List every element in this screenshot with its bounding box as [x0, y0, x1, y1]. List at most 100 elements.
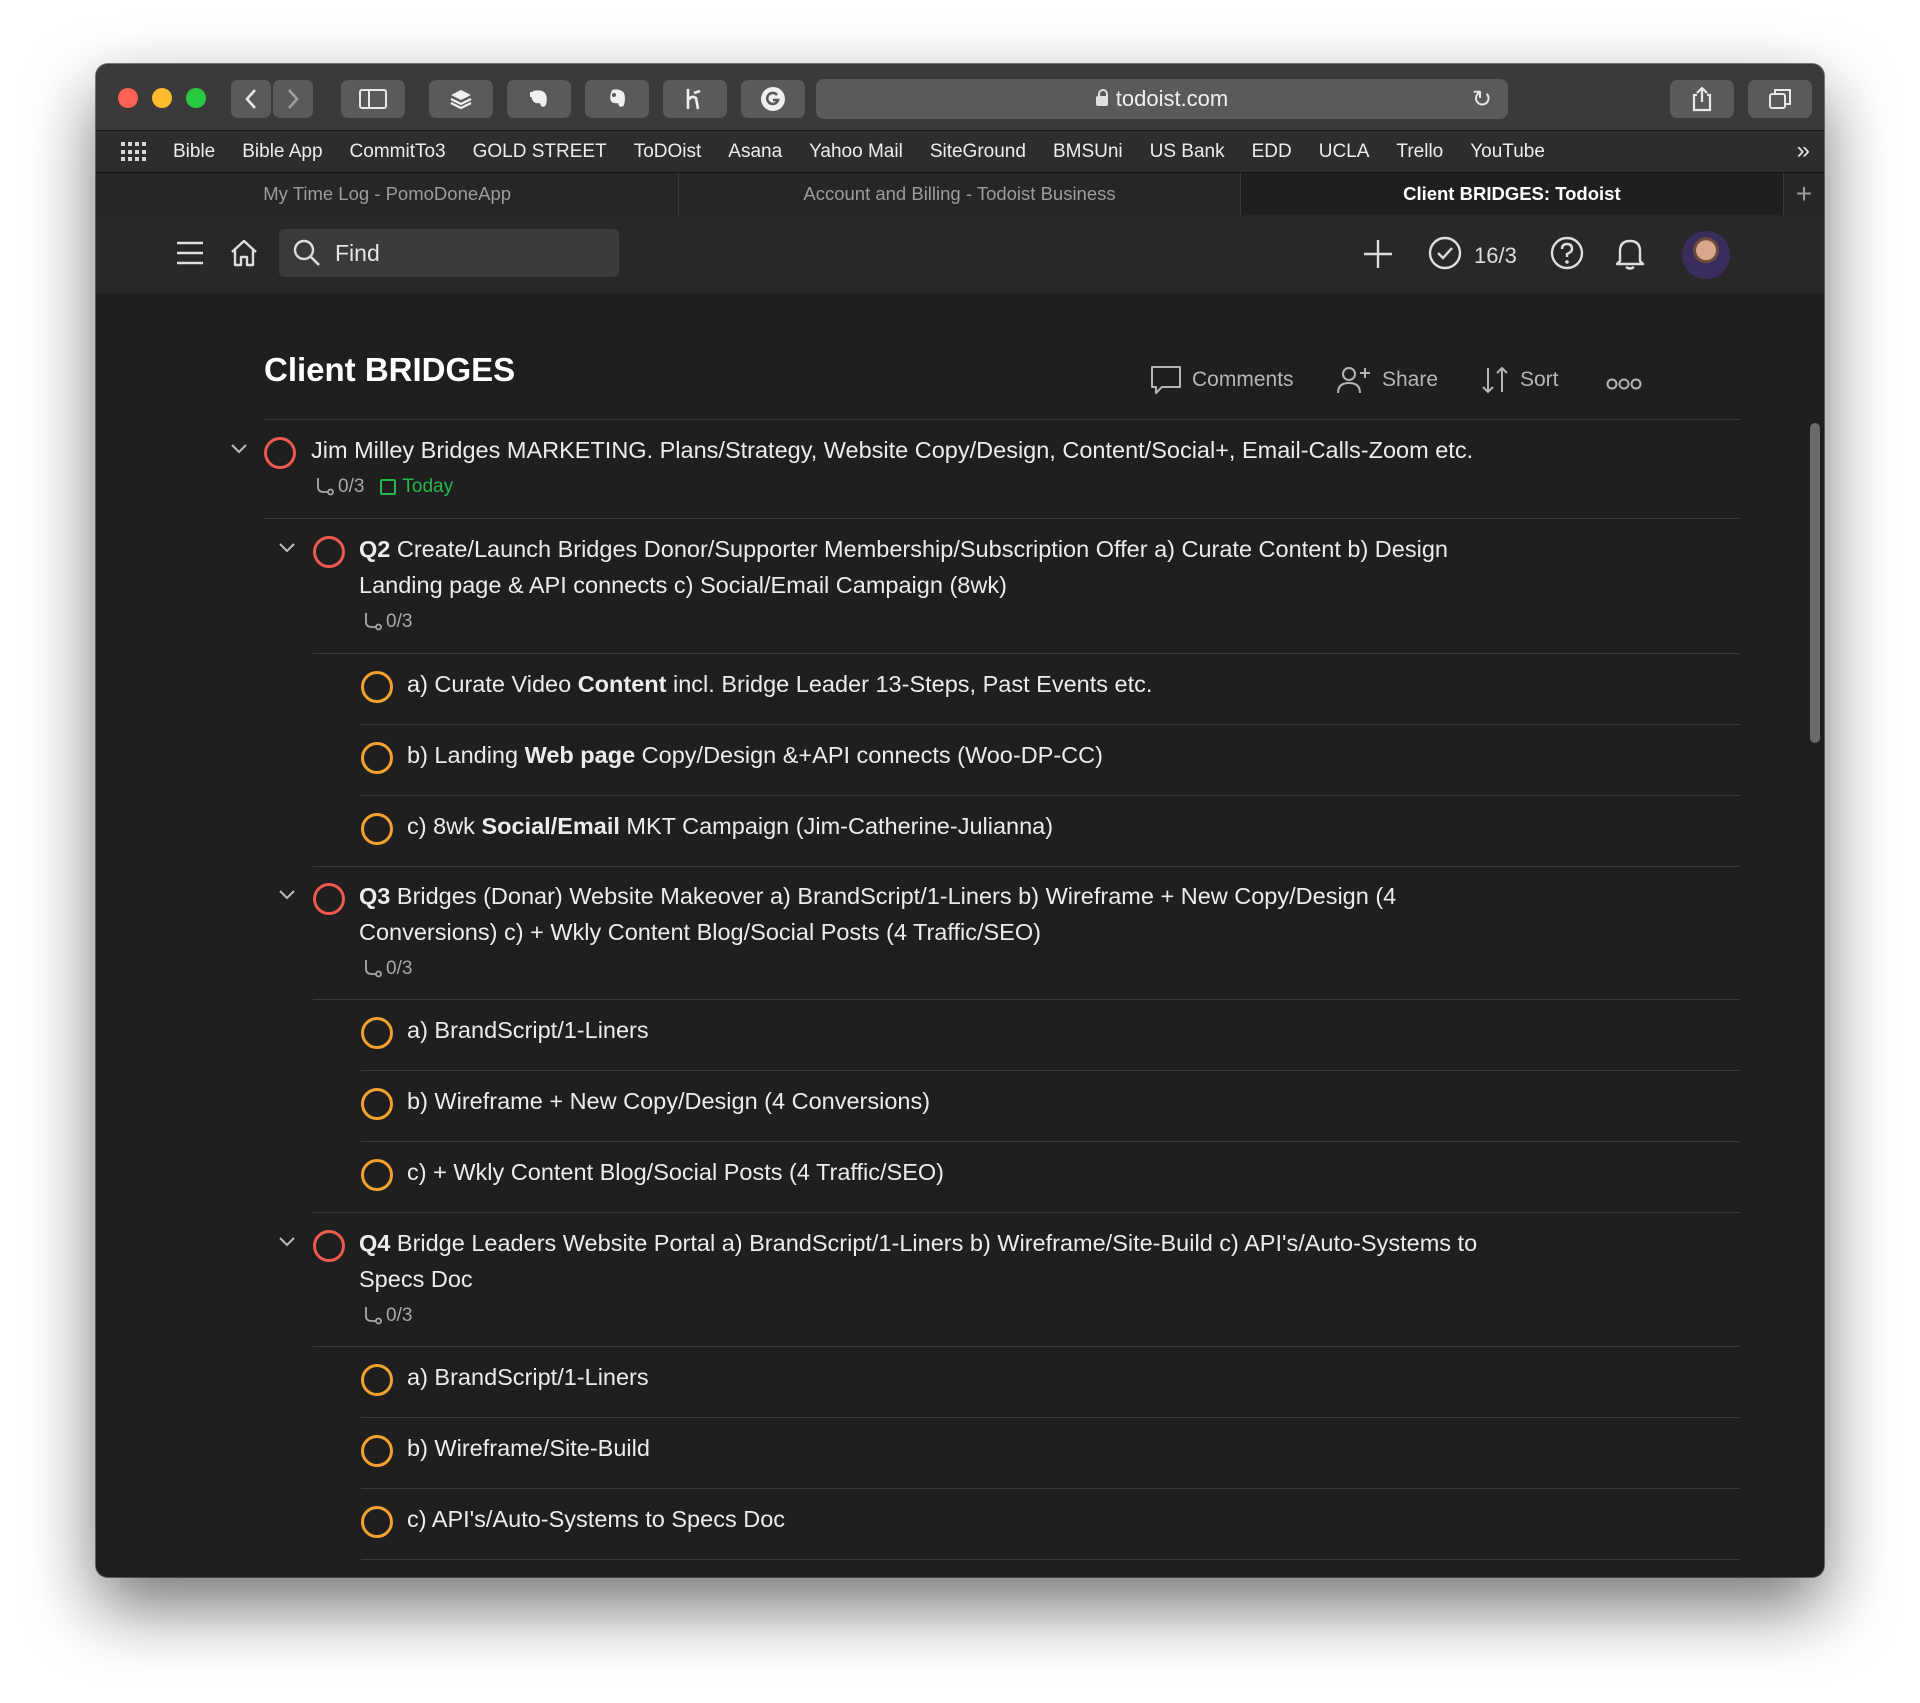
bookmark-item[interactable]: Bible App [242, 141, 322, 163]
bookmark-item[interactable]: ToDOist [634, 141, 702, 163]
bookmark-item[interactable]: EDD [1252, 141, 1292, 163]
bookmark-item[interactable]: US Bank [1150, 141, 1225, 163]
reload-icon[interactable]: ↻ [1472, 85, 1492, 114]
zoom-window-button[interactable] [186, 88, 206, 108]
notifications-bell-icon[interactable] [1614, 235, 1646, 271]
task-checkbox[interactable] [313, 536, 345, 568]
close-window-button[interactable] [118, 88, 138, 108]
help-icon[interactable] [1550, 236, 1584, 270]
address-bar[interactable]: todoist.com ↻ [816, 79, 1508, 119]
search-input[interactable]: Find [279, 229, 619, 277]
task-title[interactable]: c) + Wkly Content Blog/Social Posts (4 T… [407, 1154, 944, 1190]
task-title[interactable]: b) Wireframe/Site-Build [407, 1430, 650, 1466]
comments-button[interactable]: Comments [1150, 365, 1294, 395]
browser-tab[interactable]: My Time Log - PomoDoneApp [96, 173, 680, 215]
new-tab-button[interactable]: + [1784, 173, 1824, 215]
address-bar-url: todoist.com [1115, 86, 1229, 111]
task-checkbox[interactable] [361, 1088, 393, 1120]
task-title[interactable]: Q2 Create/Launch Bridges Donor/Supporter… [359, 531, 1448, 603]
tabs-icon [1769, 89, 1791, 109]
task-checkbox[interactable] [264, 437, 296, 469]
subtask-icon [365, 1307, 382, 1325]
extension-evernote-clipper-button[interactable] [507, 80, 571, 118]
karma-counter[interactable]: 16/3 [1474, 243, 1517, 269]
task-checkbox[interactable] [361, 671, 393, 703]
double-chevron-right-icon[interactable]: » [1797, 137, 1810, 165]
tab-bar: My Time Log - PomoDoneApp Account and Bi… [96, 172, 1824, 216]
bookmark-item[interactable]: SiteGround [930, 141, 1026, 163]
forward-button[interactable] [273, 80, 313, 118]
bookmark-item[interactable]: Trello [1396, 141, 1443, 163]
sort-button[interactable]: Sort [1480, 365, 1559, 395]
task-text: MKT Campaign (Jim-Catherine-Julianna) [619, 813, 1054, 839]
task-checkbox[interactable] [361, 813, 393, 845]
task-text: Landing page & API connects c) Social/Em… [359, 572, 1007, 598]
bookmark-item[interactable]: YouTube [1470, 141, 1545, 163]
bookmark-item[interactable]: GOLD STREET [473, 141, 607, 163]
bookmark-item[interactable]: BMSUni [1053, 141, 1123, 163]
chevron-down-icon[interactable] [278, 542, 296, 554]
browser-tab-active[interactable]: Client BRIDGES: Todoist [1240, 173, 1785, 215]
bookmark-item[interactable]: Bible [173, 141, 215, 163]
extension-honey-button[interactable] [663, 80, 727, 118]
bookmark-item[interactable]: Yahoo Mail [809, 141, 903, 163]
task-text: Bridge Leaders Website Portal a) BrandSc… [390, 1230, 1478, 1256]
scrollbar[interactable] [1804, 293, 1824, 1577]
chevron-down-icon[interactable] [278, 889, 296, 901]
task-checkbox[interactable] [361, 1364, 393, 1396]
productivity-check-icon[interactable] [1428, 236, 1462, 270]
share-button[interactable]: Share [1336, 365, 1438, 395]
task-title[interactable]: a) Curate Video Content incl. Bridge Lea… [407, 666, 1152, 702]
bookmark-item[interactable]: Asana [728, 141, 782, 163]
search-icon [293, 239, 320, 266]
menu-icon[interactable] [175, 240, 205, 266]
share-page-button[interactable] [1670, 80, 1734, 118]
divider [361, 1417, 1740, 1418]
divider [313, 653, 1740, 654]
apps-grid-icon[interactable] [121, 142, 147, 162]
task-checkbox[interactable] [361, 1017, 393, 1049]
task-title[interactable]: Q3 Bridges (Donar) Website Makeover a) B… [359, 878, 1396, 950]
divider [313, 999, 1740, 1000]
more-options-icon[interactable] [1606, 377, 1642, 391]
task-title[interactable]: a) BrandScript/1-Liners [407, 1012, 649, 1048]
task-title[interactable]: b) Landing Web page Copy/Design &+API co… [407, 737, 1103, 773]
scrollbar-thumb[interactable] [1810, 423, 1820, 743]
task-title[interactable]: c) API's/Auto-Systems to Specs Doc [407, 1501, 785, 1537]
task-checkbox[interactable] [313, 883, 345, 915]
task-checkbox[interactable] [361, 742, 393, 774]
browser-tab[interactable]: Account and Billing - Todoist Business [679, 173, 1241, 215]
minimize-window-button[interactable] [152, 88, 172, 108]
bookmark-item[interactable]: CommitTo3 [350, 141, 446, 163]
due-date[interactable]: Today [380, 476, 453, 498]
task-title[interactable]: Q4 Bridge Leaders Website Portal a) Bran… [359, 1225, 1477, 1297]
task-text: b) Landing [407, 742, 525, 768]
task-text: c) 8wk [407, 813, 482, 839]
extension-buffer-button[interactable] [429, 80, 493, 118]
chevron-down-icon[interactable] [230, 443, 248, 455]
back-button[interactable] [231, 80, 271, 118]
divider [361, 724, 1740, 725]
extension-grammarly-button[interactable] [741, 80, 805, 118]
extension-evernote-button[interactable] [585, 80, 649, 118]
add-task-icon[interactable] [1362, 238, 1394, 270]
task-checkbox[interactable] [361, 1506, 393, 1538]
task-prefix: Q3 [359, 883, 391, 909]
task-title[interactable]: a) BrandScript/1-Liners [407, 1359, 649, 1395]
task-checkbox[interactable] [361, 1435, 393, 1467]
task-meta: 0/3 Today [313, 476, 453, 498]
task-checkbox[interactable] [361, 1159, 393, 1191]
bookmark-item[interactable]: UCLA [1319, 141, 1370, 163]
tab-overview-button[interactable] [1748, 80, 1812, 118]
task-text-bold: Content [577, 671, 667, 697]
task-title[interactable]: Jim Milley Bridges MARKETING. Plans/Stra… [311, 432, 1473, 468]
avatar[interactable] [1682, 231, 1730, 279]
sidebar-toggle-button[interactable] [341, 80, 405, 118]
task-title[interactable]: c) 8wk Social/Email MKT Campaign (Jim-Ca… [407, 808, 1053, 844]
chevron-down-icon[interactable] [278, 1236, 296, 1248]
divider [313, 1212, 1740, 1213]
task-checkbox[interactable] [313, 1230, 345, 1262]
home-icon[interactable] [228, 237, 260, 269]
task-title[interactable]: b) Wireframe + New Copy/Design (4 Conver… [407, 1083, 930, 1119]
divider [264, 518, 1740, 519]
